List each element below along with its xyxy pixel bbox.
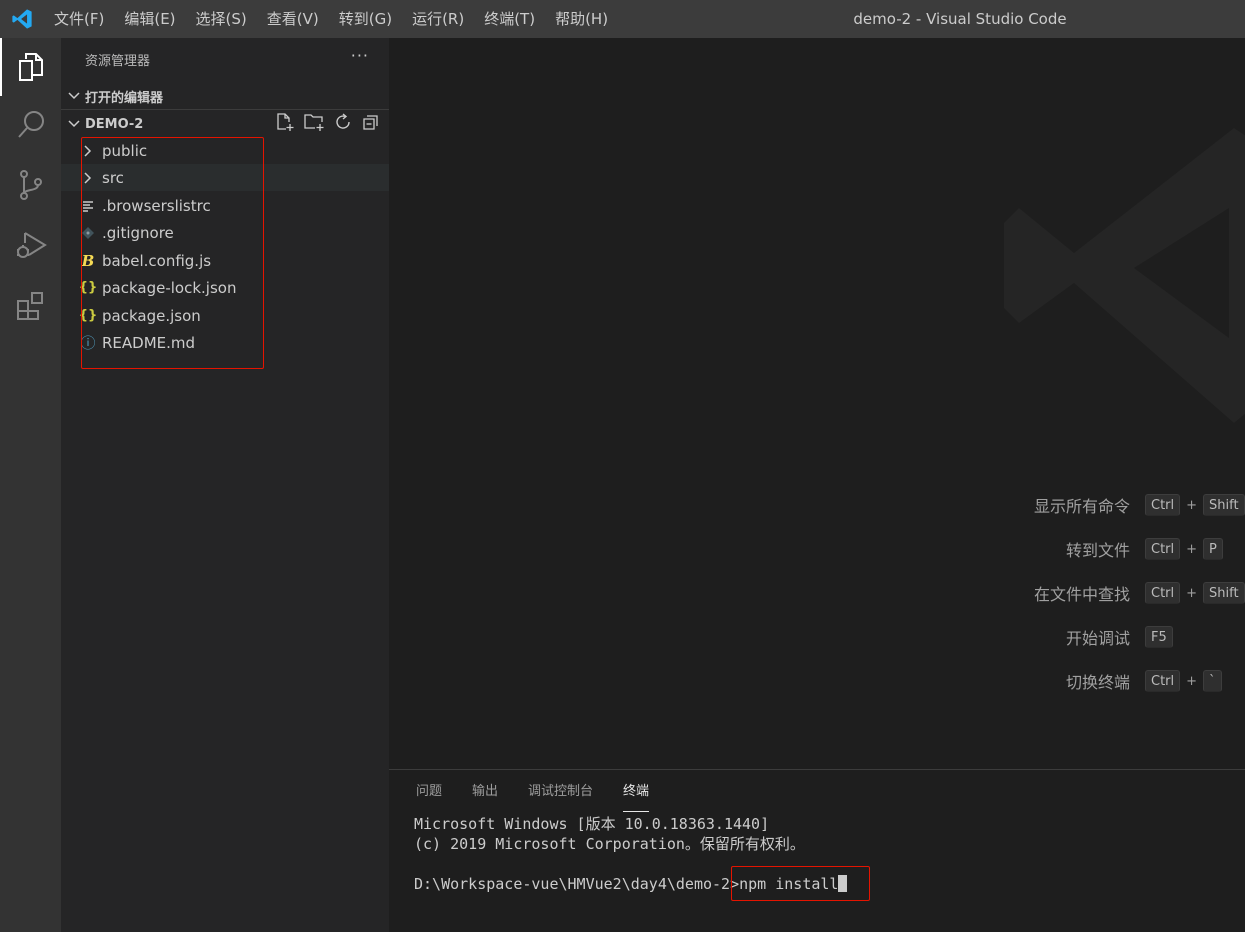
menu-help[interactable]: 帮助(H)	[545, 0, 618, 38]
plus: +	[1186, 673, 1198, 689]
menu-view[interactable]: 查看(V)	[257, 0, 329, 38]
shortcut-keys: Ctrl + Shift	[1145, 494, 1245, 516]
key: P	[1203, 538, 1223, 560]
activity-bar	[0, 38, 61, 932]
menu-terminal[interactable]: 终端(T)	[474, 0, 545, 38]
menu-run[interactable]: 运行(R)	[402, 0, 474, 38]
shortcut-find-in-files: 在文件中查找 Ctrl + Shift	[825, 581, 1245, 605]
more-actions-button[interactable]: ···	[351, 46, 369, 65]
terminal-prompt: D:\Workspace-vue\HMVue2\day4\demo-2>	[414, 875, 740, 893]
source-control-icon[interactable]	[0, 156, 61, 214]
menu-bar: 文件(F) 编辑(E) 选择(S) 查看(V) 转到(G) 运行(R) 终端(T…	[44, 0, 618, 38]
bottom-panel: 问题 输出 调试控制台 终端 Microsoft Windows [版本 10.…	[389, 769, 1245, 932]
highlight-box	[731, 866, 870, 901]
tab-problems[interactable]: 问题	[416, 782, 442, 812]
open-editors-section[interactable]: 打开的编辑器	[61, 83, 389, 109]
shortcut-label: 显示所有命令	[1033, 497, 1130, 516]
key: Ctrl	[1145, 582, 1181, 604]
tab-terminal[interactable]: 终端	[623, 782, 650, 812]
key: Ctrl	[1145, 670, 1181, 692]
tab-debug-console[interactable]: 调试控制台	[528, 782, 593, 812]
project-name: DEMO-2	[85, 116, 144, 132]
search-icon[interactable]	[0, 96, 61, 154]
terminal-line: Microsoft Windows [版本 10.0.18363.1440]	[414, 815, 770, 833]
sidebar-title: 资源管理器	[85, 54, 151, 69]
menu-file[interactable]: 文件(F)	[44, 0, 114, 38]
chevron-down-icon	[63, 92, 85, 100]
run-debug-icon[interactable]	[0, 216, 61, 274]
explorer-sidebar: 资源管理器 ··· 打开的编辑器 DEMO-2 public src .brow…	[61, 38, 389, 932]
plus: +	[1186, 497, 1198, 513]
collapse-all-icon[interactable]	[361, 112, 381, 136]
terminal-line: (c) 2019 Microsoft Corporation。保留所有权利。	[414, 835, 805, 853]
shortcut-go-to-file: 转到文件 Ctrl + P	[825, 537, 1245, 561]
key: Ctrl	[1145, 538, 1181, 560]
key: Ctrl	[1145, 494, 1181, 516]
explorer-actions	[275, 111, 381, 137]
shortcut-label: 在文件中查找	[1033, 585, 1130, 604]
shortcut-keys: Ctrl + `	[1145, 670, 1222, 692]
plus: +	[1186, 585, 1198, 601]
shortcut-label: 开始调试	[1065, 629, 1130, 648]
key: `	[1203, 670, 1222, 692]
shortcut-keys: F5	[1145, 626, 1173, 648]
vscode-logo-icon[interactable]	[0, 0, 44, 38]
key: Shift	[1203, 582, 1245, 604]
menu-selection[interactable]: 选择(S)	[186, 0, 257, 38]
editor-area: 显示所有命令 Ctrl + Shift 转到文件 Ctrl + P 在文件中查找…	[389, 38, 1245, 769]
shortcut-label: 转到文件	[1065, 541, 1130, 560]
new-file-icon[interactable]	[275, 112, 295, 136]
shortcut-show-commands: 显示所有命令 Ctrl + Shift	[825, 493, 1245, 517]
shortcut-keys: Ctrl + Shift	[1145, 582, 1245, 604]
chevron-down-icon	[63, 120, 85, 128]
title-bar: 文件(F) 编辑(E) 选择(S) 查看(V) 转到(G) 运行(R) 终端(T…	[0, 0, 1245, 38]
new-folder-icon[interactable]	[303, 112, 325, 136]
window-title: demo-2 - Visual Studio Code	[853, 10, 1067, 28]
extensions-icon[interactable]	[0, 276, 61, 334]
explorer-icon[interactable]	[0, 38, 61, 96]
refresh-icon[interactable]	[333, 112, 353, 136]
key: Shift	[1203, 494, 1245, 516]
menu-go[interactable]: 转到(G)	[329, 0, 402, 38]
shortcut-toggle-terminal: 切换终端 Ctrl + `	[825, 669, 1245, 693]
menu-edit[interactable]: 编辑(E)	[114, 0, 185, 38]
shortcut-keys: Ctrl + P	[1145, 538, 1223, 560]
plus: +	[1186, 541, 1198, 557]
tab-output[interactable]: 输出	[472, 782, 498, 812]
vscode-watermark-icon	[984, 108, 1245, 452]
shortcut-label: 切换终端	[1065, 673, 1130, 692]
section-divider	[61, 109, 389, 110]
key: F5	[1145, 626, 1173, 648]
highlight-box	[81, 137, 264, 369]
panel-tabs: 问题 输出 调试控制台 终端	[416, 782, 650, 812]
project-section[interactable]: DEMO-2	[61, 111, 389, 137]
open-editors-label: 打开的编辑器	[85, 90, 164, 106]
shortcut-start-debugging: 开始调试 F5	[825, 625, 1245, 649]
